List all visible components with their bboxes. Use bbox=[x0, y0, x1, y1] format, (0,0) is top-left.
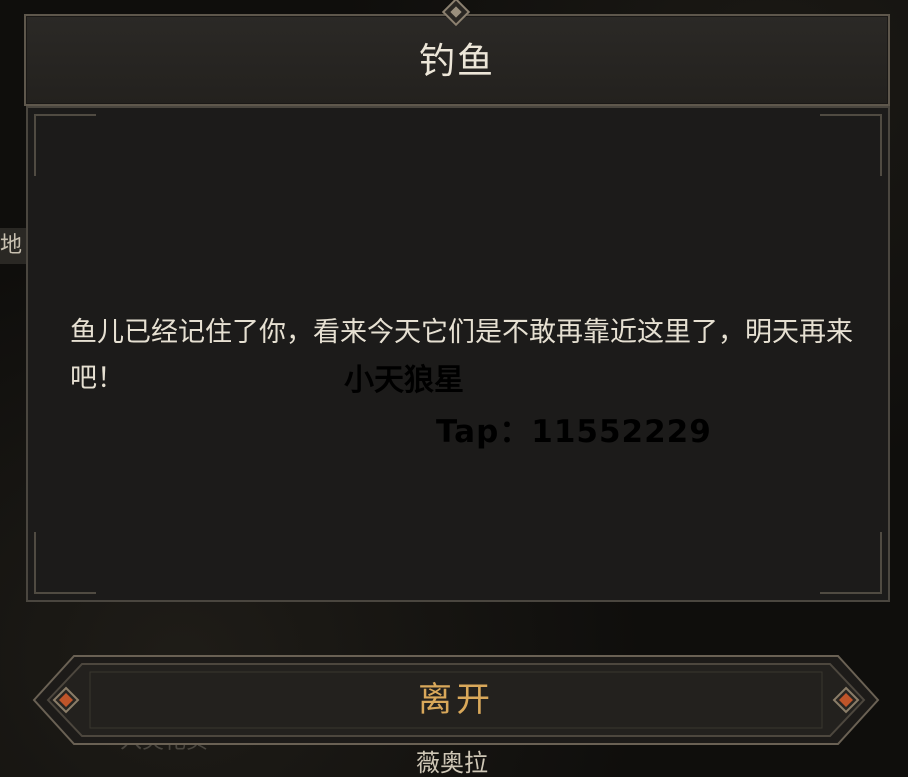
corner-ornament-icon bbox=[34, 532, 96, 594]
watermark-tap-id: Tap：11552229 bbox=[436, 414, 712, 450]
dialog-title: 钓鱼 bbox=[418, 41, 495, 82]
leave-button[interactable]: 离开 bbox=[30, 652, 882, 748]
game-screen: 地 入尖花买 钓鱼 鱼儿已经记住了你，看来今天它们是不敢再靠近这里了，明天再来吧… bbox=[0, 0, 908, 777]
corner-ornament-icon bbox=[820, 114, 882, 176]
watermark-name: 小天狼星 bbox=[344, 363, 464, 398]
corner-ornament-icon bbox=[820, 532, 882, 594]
background-map-label: 地 bbox=[0, 228, 28, 264]
dialog-body: 鱼儿已经记住了你，看来今天它们是不敢再靠近这里了，明天再来吧！ bbox=[26, 106, 890, 602]
leave-button-label: 离开 bbox=[418, 680, 494, 720]
npc-name-label: 薇奥拉 bbox=[416, 749, 488, 777]
dialog-message: 鱼儿已经记住了你，看来今天它们是不敢再靠近这里了，明天再来吧！ bbox=[70, 317, 853, 394]
corner-ornament-icon bbox=[34, 114, 96, 176]
dialog-title-bar: 钓鱼 bbox=[24, 14, 890, 106]
